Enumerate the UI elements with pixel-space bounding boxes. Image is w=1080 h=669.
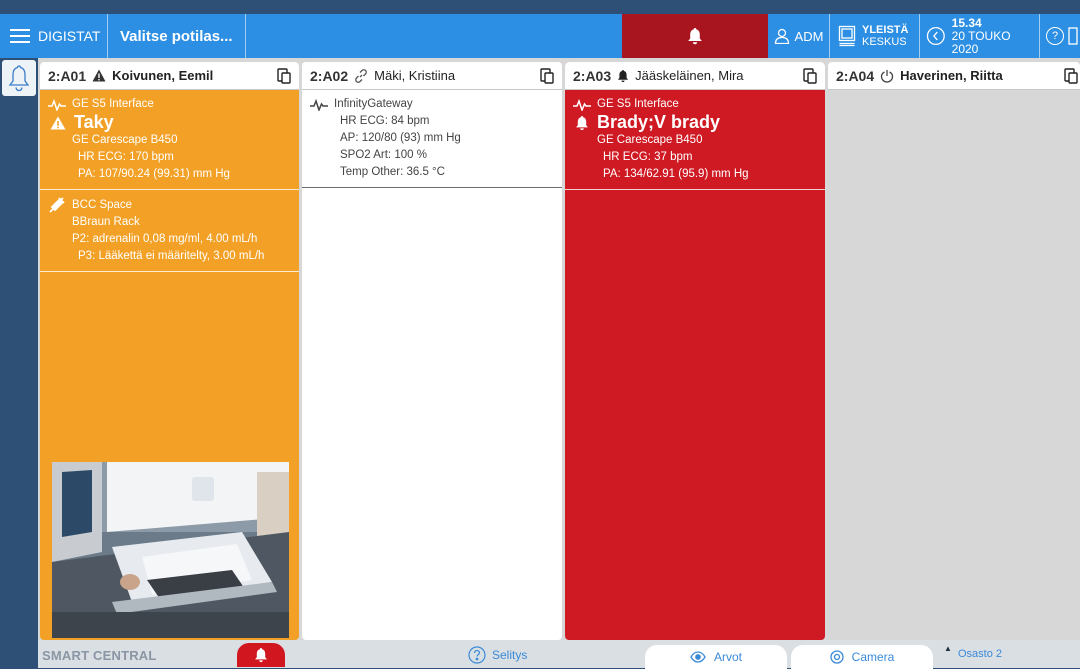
device-title: GE S5 Interface [597,98,679,110]
alarm-text: Brady;V brady [597,112,721,132]
device-section: GE S5 Interface Brady;V brady GE Caresca… [565,90,825,190]
card-header: 2:A01 Koivunen, Eemil [40,62,299,90]
user-icon [774,28,789,44]
link-icon [355,68,368,83]
user-button[interactable]: ADM [768,14,830,58]
patient-name: Haverinen, Riitta [900,68,1003,83]
device-title: GE S5 Interface [72,98,154,110]
patient-select-button[interactable]: Valitse potilas... [108,14,246,58]
patient-card-a04[interactable]: 2:A04 Haverinen, Riitta [828,62,1080,640]
heartbeat-icon [48,98,66,111]
ward-icon [838,25,856,47]
patient-cards-area: 2:A01 Koivunen, Eemil GE S5 Interface Ta… [38,58,1080,640]
device-section: BCC Space BBraun Rack P2: adrenalin 0,08… [40,190,299,272]
device-title: InfinityGateway [334,98,413,110]
syringe-icon [49,197,65,213]
bed-label: 2:A02 [310,67,349,84]
device-model: BBraun Rack [72,216,140,228]
device-model: GE Carescape B450 [597,134,703,146]
bell-icon [576,115,588,130]
ward-selector[interactable]: YLEISTÄ KESKUS [830,14,920,58]
bed-label: 2:A04 [836,67,875,84]
device-title: BCC Space [72,198,133,211]
value-line: HR ECG: 84 bpm [340,115,430,127]
camera-image [52,462,289,638]
value-line: AP: 120/80 (93) mm Hg [340,132,461,144]
left-sidebar [0,58,38,640]
device-model: GE Carescape B450 [72,134,178,146]
help-button[interactable]: ? [1040,14,1080,58]
patient-card-a01[interactable]: 2:A01 Koivunen, Eemil GE S5 Interface Ta… [40,62,299,640]
value-line: P3: Lääkettä ei määritelty, 3.00 mL/h [78,250,265,262]
camera-tab-label: Camera [851,650,895,664]
device-link-icon[interactable] [277,68,291,84]
bell-icon [618,69,629,82]
warning-icon [50,116,66,129]
device-link-icon[interactable] [540,68,554,84]
clock-icon [926,27,945,45]
bell-icon [688,28,702,45]
values-tab-label: Arvot [713,650,742,664]
patient-name: Mäki, Kristiina [374,68,456,83]
heartbeat-icon [573,98,591,111]
help-icon: ? [1046,27,1064,45]
patient-card-a02[interactable]: 2:A02 Mäki, Kristiina InfinityGateway HR… [302,62,562,640]
alarm-notification-button[interactable] [622,14,768,58]
value-line: HR ECG: 37 bpm [603,151,693,163]
module-title: SMART CENTRAL [42,648,157,663]
bed-label: 2:A03 [573,67,612,84]
patient-name: Koivunen, Eemil [112,68,214,83]
bed-label: 2:A01 [48,67,87,84]
camera-tab[interactable]: Camera [791,645,933,669]
card-header: 2:A04 Haverinen, Riitta [828,62,1080,90]
device-link-icon[interactable] [803,68,817,84]
device-link-icon[interactable] [1064,68,1078,84]
ward-line1: YLEISTÄ [862,24,909,36]
legend-icon [468,646,486,664]
bell-outline-icon[interactable] [7,64,31,94]
card-header: 2:A02 Mäki, Kristiina [302,62,562,90]
alarm-filter-button[interactable] [237,643,285,667]
main-menu-button[interactable]: DIGISTAT [0,14,108,58]
power-icon [880,69,894,83]
ward-line2: KESKUS [862,36,907,48]
value-line: HR ECG: 170 bpm [78,151,174,163]
camera-preview[interactable] [52,462,289,638]
value-line: P2: adrenalin 0,08 mg/ml, 4.00 mL/h [72,233,258,245]
alarm-text: Taky [74,112,114,132]
camera-lens-icon [830,650,844,664]
ward-switch-label: Osasto 2 [958,648,1003,660]
hamburger-menu-icon [10,29,30,43]
top-bar: DIGISTAT Valitse potilas... ADM YLEISTÄ … [0,14,1080,58]
values-tab[interactable]: Arvot [645,645,787,669]
patient-card-a03[interactable]: 2:A03 Jääskeläinen, Mira GE S5 Interface… [565,62,825,640]
clock-date: 20 TOUKO 2020 [951,28,1011,56]
warning-icon [92,69,106,82]
eye-icon [690,651,706,663]
legend-label: Selitys [492,648,528,662]
card-header: 2:A03 Jääskeläinen, Mira [565,62,825,90]
patient-select-label: Valitse potilas... [120,27,233,45]
value-line: SPO2 Art: 100 % [340,149,427,161]
clock: 15.34 20 TOUKO 2020 [920,14,1040,58]
user-name: ADM [794,28,824,44]
heartbeat-icon [310,98,328,111]
value-line: Temp Other: 36.5 °C [340,166,445,178]
device-section: GE S5 Interface Taky GE Carescape B450 H… [40,90,299,190]
legend-button[interactable]: Selitys [468,646,527,664]
device-section: InfinityGateway HR ECG: 84 bpm AP: 120/8… [302,90,562,188]
caret-up-icon: ▲ [944,644,952,653]
value-line: PA: 107/90.24 (99.31) mm Hg [78,168,230,180]
bell-icon [255,648,267,663]
value-line: PA: 134/62.91 (95.9) mm Hg [603,168,749,180]
app-name: DIGISTAT [38,28,101,44]
bottom-bar: SMART CENTRAL Selitys Arvot Camera ▲ Osa… [38,640,1080,669]
screen-icon [1068,27,1078,45]
patient-name: Jääskeläinen, Mira [635,68,744,83]
